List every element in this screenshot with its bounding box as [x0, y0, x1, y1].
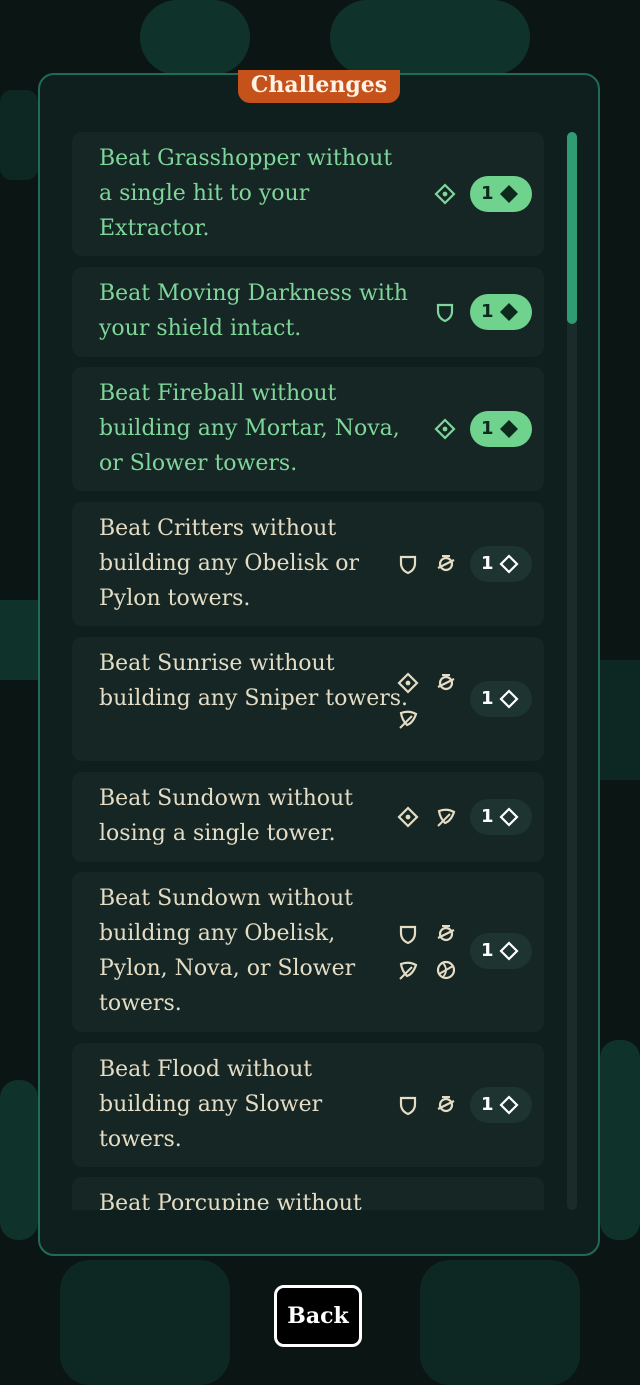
- reward-badge: 1: [470, 681, 532, 717]
- reward-badge: 1: [470, 294, 532, 330]
- challenge-card[interactable]: Beat Flood without building any Slower t…: [72, 1043, 544, 1167]
- gem-filled-icon: [500, 303, 518, 321]
- shield-icon: [436, 303, 454, 323]
- challenge-text: Beat Grasshopper without a single hit to…: [99, 146, 393, 241]
- reward-badge: 1: [470, 176, 532, 212]
- reward-badge: 1: [470, 799, 532, 835]
- reward-count: 1: [481, 940, 494, 961]
- challenge-card[interactable]: Beat Moving Darkness with your shield in…: [72, 267, 544, 357]
- reward-badge: 1: [470, 411, 532, 447]
- reward-count: 1: [481, 1094, 494, 1115]
- challenge-card[interactable]: Beat Grasshopper without a single hit to…: [72, 132, 544, 256]
- challenge-text: Beat Sundown without losing a single tow…: [99, 786, 353, 846]
- challenge-card[interactable]: Beat Sundown without building any Obelis…: [72, 872, 544, 1032]
- reward-badge: 1: [470, 933, 532, 969]
- reward-count: 1: [481, 688, 494, 709]
- reward-count: 1: [481, 418, 494, 439]
- orbit-icon: [437, 925, 455, 942]
- reward-count: 1: [481, 553, 494, 574]
- challenge-text: Beat Flood without building any Slower t…: [99, 1057, 323, 1152]
- challenge-text: Beat Critters without building any Obeli…: [99, 516, 359, 611]
- challenge-card[interactable]: Beat Fireball without building any Morta…: [72, 367, 544, 491]
- panel-title: Challenges: [238, 70, 400, 103]
- reward-count: 1: [481, 183, 494, 204]
- gem-filled-icon: [500, 185, 518, 203]
- gem-outline-icon: [499, 941, 519, 961]
- target-diamond-icon: [397, 806, 419, 828]
- orbit-icon: [437, 555, 455, 572]
- challenge-text: Beat Moving Darkness with your shield in…: [99, 281, 408, 341]
- challenge-card[interactable]: Beat Sundown without losing a single tow…: [72, 772, 544, 862]
- leaf-icon: [437, 808, 456, 827]
- challenge-text: Beat Sundown without building any Obelis…: [99, 886, 356, 1016]
- back-button[interactable]: Back: [274, 1285, 362, 1347]
- shield-icon: [399, 1096, 417, 1116]
- leaf-icon: [399, 710, 418, 729]
- shield-icon: [399, 925, 417, 945]
- gem-outline-icon: [499, 1095, 519, 1115]
- gem-outline-icon: [499, 689, 519, 709]
- target-diamond-icon: [434, 418, 456, 440]
- shield-icon: [399, 555, 417, 575]
- leaf-icon: [399, 961, 418, 980]
- gem-outline-icon: [499, 554, 519, 574]
- scrollbar-thumb[interactable]: [567, 132, 577, 324]
- target-diamond-icon: [397, 672, 419, 694]
- orbit-icon: [437, 1096, 455, 1113]
- challenge-list[interactable]: Beat Grasshopper without a single hit to…: [72, 132, 544, 1210]
- gem-filled-icon: [500, 420, 518, 438]
- orbit-icon: [437, 674, 455, 691]
- reward-count: 1: [481, 806, 494, 827]
- challenge-card[interactable]: Beat Critters without building any Obeli…: [72, 502, 544, 626]
- globe-icon: [436, 960, 456, 980]
- challenge-card[interactable]: Beat Sunrise without building any Sniper…: [72, 637, 544, 761]
- list-scrollbar[interactable]: [567, 132, 577, 1210]
- reward-badge: 1: [470, 546, 532, 582]
- challenge-text: Beat Sunrise without building any Sniper…: [99, 651, 409, 711]
- reward-badge: 1: [470, 1087, 532, 1123]
- reward-count: 1: [481, 301, 494, 322]
- challenge-text: Beat Fireball without building any Morta…: [99, 381, 400, 476]
- challenge-card[interactable]: Beat Porcupine without: [72, 1177, 544, 1210]
- gem-outline-icon: [499, 807, 519, 827]
- target-diamond-icon: [434, 183, 456, 205]
- challenge-text: Beat Porcupine without: [99, 1191, 362, 1210]
